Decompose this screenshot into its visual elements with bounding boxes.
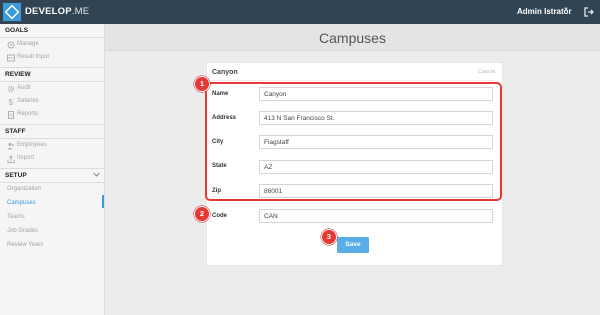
chevron-down-icon[interactable] xyxy=(93,172,100,177)
upload-icon xyxy=(7,155,15,163)
active-indicator xyxy=(102,195,104,208)
sidebar-section-setup[interactable]: SETUP xyxy=(5,172,27,179)
form-title: Canyon xyxy=(212,69,238,76)
brand-name[interactable]: DEVELOP.ME xyxy=(25,6,89,17)
divider xyxy=(0,37,104,38)
divider xyxy=(0,168,104,169)
sign-out-icon[interactable] xyxy=(583,5,595,17)
divider xyxy=(0,67,104,68)
sidebar-section-staff: STAFF xyxy=(5,128,26,135)
users-icon xyxy=(7,143,15,150)
divider xyxy=(0,124,104,125)
save-button[interactable]: Save xyxy=(337,237,369,253)
divider xyxy=(0,81,104,82)
sidebar-section-goals: GOALS xyxy=(5,27,29,34)
divider xyxy=(212,80,495,81)
page-header: Campuses xyxy=(105,24,600,51)
document-icon xyxy=(8,111,14,119)
top-nav-bar: DEVELOP.ME Admin Istrator ▼ xyxy=(0,0,600,24)
step-badge-3: 3 xyxy=(321,229,337,245)
svg-text:$: $ xyxy=(9,98,14,106)
cogs-icon xyxy=(7,85,15,93)
cancel-link[interactable]: Cancel xyxy=(478,69,495,75)
code-input[interactable]: CAN xyxy=(259,209,493,223)
step-badge-2: 2 xyxy=(194,206,210,222)
address-fields-highlight xyxy=(205,82,502,201)
diamond-logo-icon[interactable] xyxy=(3,3,21,21)
sidebar: GOALS Manage Result Input REVIEW Audit $… xyxy=(0,24,105,315)
target-icon xyxy=(7,41,15,49)
code-label: Code xyxy=(212,213,227,219)
divider xyxy=(0,138,104,139)
table-icon xyxy=(7,54,15,62)
divider xyxy=(0,182,104,183)
page-title: Campuses xyxy=(319,30,386,46)
sidebar-section-review: REVIEW xyxy=(5,71,31,78)
dollar-icon: $ xyxy=(9,98,14,106)
caret-down-icon[interactable]: ▼ xyxy=(563,7,569,13)
step-badge-1: 1 xyxy=(194,76,210,92)
